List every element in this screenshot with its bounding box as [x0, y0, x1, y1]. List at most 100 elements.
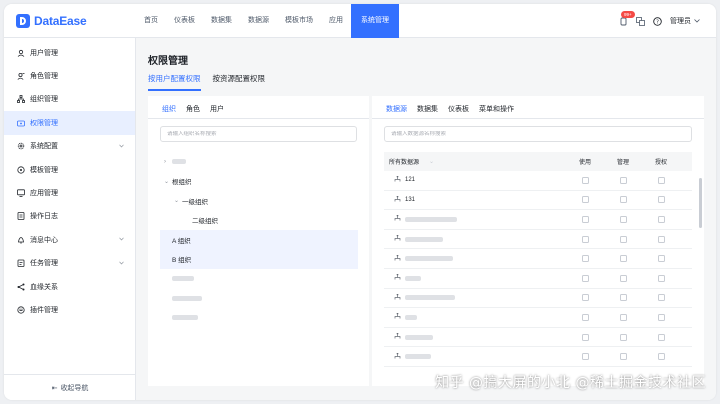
- use-checkbox[interactable]: [581, 215, 589, 223]
- page-tab[interactable]: 按资源配置权限: [213, 73, 266, 91]
- manage-checkbox[interactable]: [619, 196, 627, 204]
- grant-checkbox[interactable]: [657, 176, 665, 184]
- nav-item[interactable]: 首页: [136, 4, 166, 38]
- subject-tab[interactable]: 组织: [162, 104, 176, 119]
- use-checkbox[interactable]: [581, 333, 589, 341]
- use-checkbox[interactable]: [581, 313, 589, 321]
- checkbox-cell: [604, 274, 642, 282]
- top-nav: 首页 仪表板 数据集 数据源 模板市场 应用 系统管理: [136, 4, 399, 38]
- sidebar-item[interactable]: 用户管理: [4, 41, 135, 64]
- chevron-down-icon: [119, 260, 124, 267]
- sidebar-item[interactable]: 任务管理: [4, 252, 135, 275]
- grant-checkbox[interactable]: [657, 274, 665, 282]
- scrollbar[interactable]: [699, 178, 702, 228]
- translate-icon[interactable]: [636, 16, 645, 26]
- use-checkbox[interactable]: [581, 176, 589, 184]
- expand-arrow-icon[interactable]: ⌄: [174, 197, 182, 204]
- manage-checkbox[interactable]: [619, 353, 627, 361]
- resource-tab[interactable]: 菜单和操作: [479, 104, 514, 119]
- use-checkbox[interactable]: [581, 353, 589, 361]
- use-checkbox[interactable]: [581, 235, 589, 243]
- grant-checkbox[interactable]: [657, 313, 665, 321]
- expand-arrow-icon[interactable]: ⌄: [164, 178, 172, 185]
- use-checkbox[interactable]: [581, 255, 589, 263]
- table-header: 所有数据源 ⌄ 使用 管理 授权: [384, 152, 692, 171]
- table-row: [384, 347, 692, 367]
- table-row: [384, 308, 692, 328]
- user-menu[interactable]: 管理员: [670, 16, 700, 26]
- nav-item[interactable]: 应用: [321, 4, 351, 38]
- sidebar-item[interactable]: 应用管理: [4, 181, 135, 204]
- divider: [148, 118, 369, 119]
- notification-badge: 99+: [621, 10, 635, 18]
- tree-node[interactable]: A 组织: [160, 230, 358, 250]
- sidebar-item[interactable]: 角色管理: [4, 64, 135, 87]
- manage-checkbox[interactable]: [619, 235, 627, 243]
- user-name: 管理员: [670, 18, 691, 25]
- tree-node[interactable]: ⌄ 根组织: [160, 172, 358, 192]
- checkbox-cell: [604, 333, 642, 341]
- subject-tab[interactable]: 用户: [210, 104, 224, 119]
- resource-search-input[interactable]: [391, 131, 571, 137]
- subject-tab[interactable]: 角色: [186, 104, 200, 119]
- manage-checkbox[interactable]: [619, 176, 627, 184]
- resource-tab[interactable]: 数据集: [417, 104, 438, 119]
- notification-icon[interactable]: 99+: [619, 10, 635, 26]
- page-tab[interactable]: 按用户配置权限: [148, 73, 201, 91]
- tree-node[interactable]: 二级组织: [160, 211, 358, 231]
- grant-checkbox[interactable]: [657, 235, 665, 243]
- manage-checkbox[interactable]: [619, 294, 627, 302]
- help-icon[interactable]: ?: [653, 16, 662, 26]
- use-checkbox[interactable]: [581, 274, 589, 282]
- nav-item[interactable]: 系统管理: [351, 4, 399, 38]
- sidebar-item[interactable]: 血缘关系: [4, 275, 135, 298]
- tree-node[interactable]: B 组织: [160, 249, 358, 269]
- nav-item[interactable]: 数据源: [240, 4, 277, 38]
- page-title: 权限管理: [148, 56, 188, 67]
- brand-logo[interactable]: DataEase: [16, 14, 87, 28]
- grant-checkbox[interactable]: [657, 255, 665, 263]
- resource-search[interactable]: [384, 126, 692, 142]
- sidebar: 用户管理 角色管理 组织管理 权限管理 系统配置 模板管理 应用管理 操作日志 消息中心 任务管理…: [4, 38, 136, 400]
- manage-checkbox[interactable]: [619, 274, 627, 282]
- sort-icon[interactable]: ⌄: [429, 158, 434, 165]
- grant-checkbox[interactable]: [657, 215, 665, 223]
- sidebar-item[interactable]: 消息中心: [4, 228, 135, 251]
- collapse-nav-button[interactable]: ⇤ 收起导航: [4, 374, 136, 400]
- collapse-icon: ⇤: [51, 384, 58, 392]
- resource-tab[interactable]: 数据源: [386, 104, 407, 119]
- tree-node[interactable]: [160, 269, 358, 289]
- manage-checkbox[interactable]: [619, 313, 627, 321]
- org-search-input[interactable]: [167, 131, 347, 137]
- manage-checkbox[interactable]: [619, 215, 627, 223]
- grant-checkbox[interactable]: [657, 294, 665, 302]
- collapse-arrow-icon[interactable]: ›: [164, 159, 172, 165]
- datasource-icon: [394, 333, 401, 341]
- sidebar-item[interactable]: 操作日志: [4, 205, 135, 228]
- sidebar-item[interactable]: 系统配置: [4, 135, 135, 158]
- checkbox-cell: [604, 255, 642, 263]
- nav-item[interactable]: 仪表板: [166, 4, 203, 38]
- grant-checkbox[interactable]: [657, 333, 665, 341]
- nav-item[interactable]: 模板市场: [277, 4, 321, 38]
- use-checkbox[interactable]: [581, 196, 589, 204]
- grant-checkbox[interactable]: [657, 353, 665, 361]
- org-search[interactable]: [160, 126, 357, 142]
- manage-checkbox[interactable]: [619, 255, 627, 263]
- sidebar-item[interactable]: 模板管理: [4, 158, 135, 181]
- grant-checkbox[interactable]: [657, 196, 665, 204]
- page-tabs: 按用户配置权限 按资源配置权限: [148, 73, 265, 91]
- tree-node[interactable]: ›: [160, 152, 358, 172]
- tree-node[interactable]: [160, 289, 358, 309]
- manage-checkbox[interactable]: [619, 333, 627, 341]
- sidebar-item[interactable]: 组织管理: [4, 88, 135, 111]
- tree-node[interactable]: [160, 308, 358, 328]
- sidebar-item[interactable]: 权限管理: [4, 111, 135, 135]
- use-checkbox[interactable]: [581, 294, 589, 302]
- nav-item[interactable]: 数据集: [203, 4, 240, 38]
- datasource-name-cell: [384, 333, 566, 341]
- tree-node[interactable]: ⌄ 一级组织: [160, 191, 358, 211]
- resource-tab[interactable]: 仪表板: [448, 104, 469, 119]
- sidebar-item[interactable]: 插件管理: [4, 298, 135, 321]
- datasource-icon: [394, 215, 401, 223]
